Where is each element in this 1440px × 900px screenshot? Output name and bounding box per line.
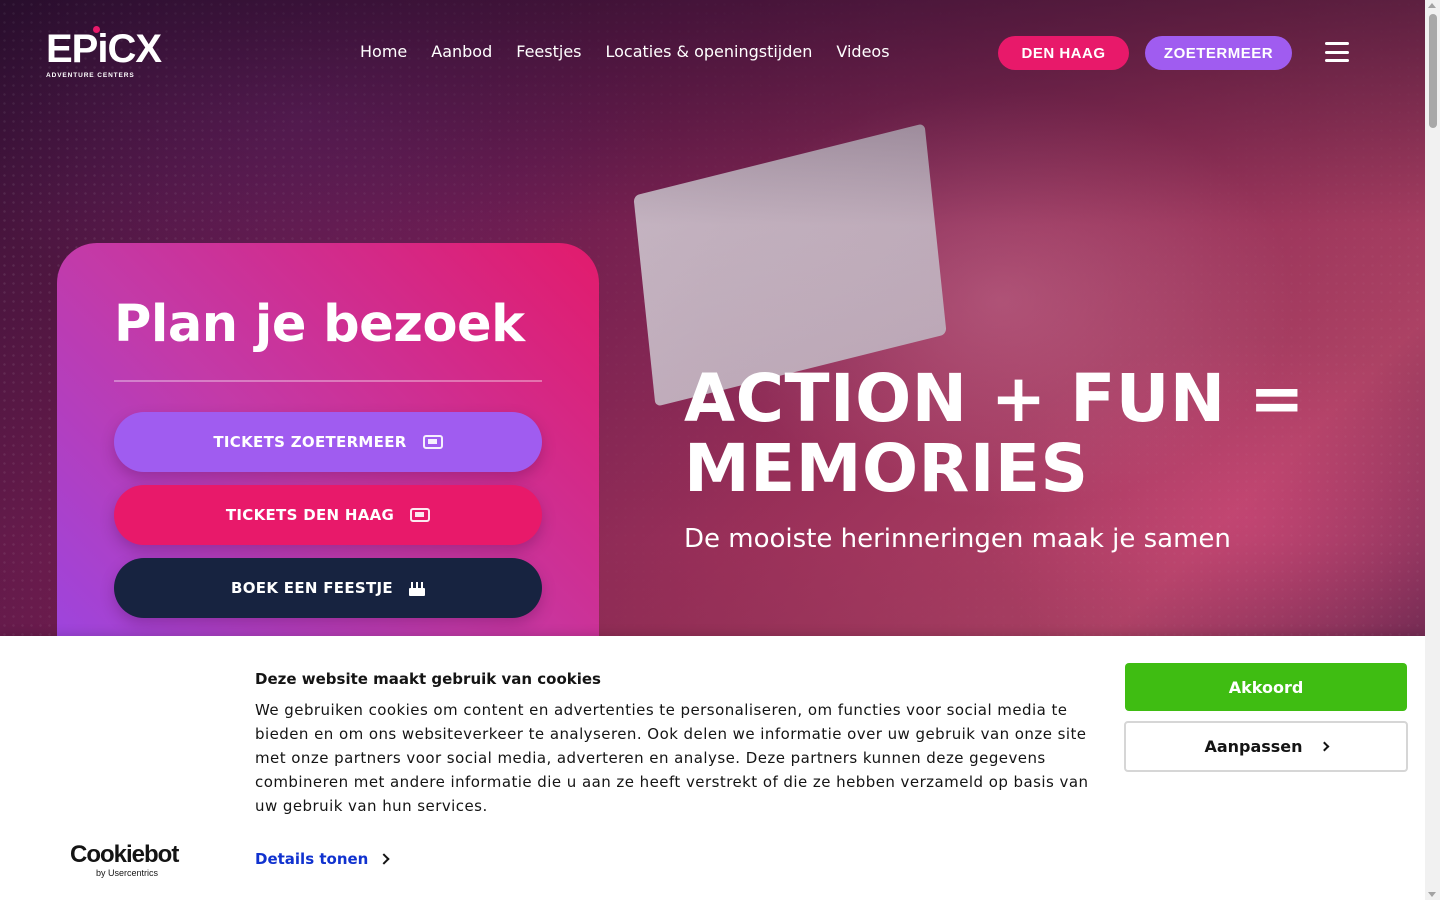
site-header: EPiCX ADVENTURE CENTERS Home Aanbod Fees… xyxy=(0,0,1425,105)
cake-candle xyxy=(415,582,418,588)
hamburger-icon[interactable] xyxy=(1325,42,1349,62)
details-toggle[interactable]: Details tonen xyxy=(255,850,391,868)
plan-divider xyxy=(114,380,542,382)
zoetermeer-button[interactable]: ZOETERMEER xyxy=(1145,36,1292,70)
hero-subtitle: De mooiste herinneringen maak je samen xyxy=(684,524,1231,554)
nav-locaties[interactable]: Locaties & openingstijden xyxy=(606,42,813,62)
scroll-up-arrow-icon[interactable] xyxy=(1428,3,1436,8)
nav-aanbod[interactable]: Aanbod xyxy=(431,42,492,62)
cookiebot-logo[interactable]: Cookiebot by Usercentrics xyxy=(70,841,179,879)
hero-title: ACTION + FUN = MEMORIES xyxy=(684,364,1344,504)
ticket-icon xyxy=(422,435,443,449)
cookie-text: We gebruiken cookies om content en adver… xyxy=(255,701,1089,815)
ticket-icon xyxy=(410,508,431,522)
nav-home[interactable]: Home xyxy=(360,42,407,62)
book-party-button[interactable]: BOEK EEN FEESTJE xyxy=(114,558,542,618)
tickets-zoetermeer-label: TICKETS ZOETERMEER xyxy=(213,433,407,451)
nav-videos[interactable]: Videos xyxy=(836,42,889,62)
cookiebot-subtitle: by Usercentrics xyxy=(96,868,159,878)
hero-title-line-2: MEMORIES xyxy=(684,430,1089,507)
tickets-den-haag-label: TICKETS DEN HAAG xyxy=(225,506,395,524)
details-label: Details tonen xyxy=(255,850,369,868)
chevron-right-icon xyxy=(1319,741,1329,752)
hero-title-line-1: ACTION + FUN = xyxy=(684,360,1305,437)
accept-cookies-button[interactable]: Akkoord xyxy=(1125,663,1407,711)
customize-label: Aanpassen xyxy=(1204,737,1303,756)
page-scrollbar[interactable] xyxy=(1425,0,1440,900)
hamburger-line xyxy=(1325,42,1349,45)
cookie-title: Deze website maakt gebruik van cookies xyxy=(255,670,601,688)
cookie-banner: Cookiebot by Usercentrics Deze website m… xyxy=(0,636,1425,900)
tickets-den-haag-button[interactable]: TICKETS DEN HAAG xyxy=(114,485,542,545)
customize-cookies-button[interactable]: Aanpassen xyxy=(1124,721,1408,772)
scroll-thumb[interactable] xyxy=(1429,14,1437,128)
main-nav: Home Aanbod Feestjes Locaties & openings… xyxy=(360,42,890,62)
scroll-down-arrow-icon[interactable] xyxy=(1428,892,1436,897)
cookiebot-wordmark: Cookiebot xyxy=(70,841,179,868)
cake-candle xyxy=(410,582,413,588)
tickets-zoetermeer-button[interactable]: TICKETS ZOETERMEER xyxy=(114,412,542,472)
logo-subtitle: ADVENTURE CENTERS xyxy=(46,72,135,79)
plan-title: Plan je bezoek xyxy=(114,295,525,354)
logo-word: EPiCX xyxy=(46,27,162,71)
cake-icon xyxy=(408,580,425,596)
book-party-label: BOEK EEN FEESTJE xyxy=(231,579,393,597)
den-haag-button[interactable]: DEN HAAG xyxy=(998,36,1129,70)
plan-visit-card: Plan je bezoek TICKETS ZOETERMEER TICKET… xyxy=(57,243,599,663)
nav-feestjes[interactable]: Feestjes xyxy=(516,42,581,62)
cake-candle xyxy=(420,582,423,588)
hamburger-line xyxy=(1325,59,1349,62)
cake-layer xyxy=(408,588,425,596)
hamburger-line xyxy=(1325,50,1349,54)
epicx-logo[interactable]: EPiCX ADVENTURE CENTERS xyxy=(46,26,162,84)
chevron-right-icon xyxy=(378,853,391,865)
logo-dot xyxy=(93,26,100,33)
